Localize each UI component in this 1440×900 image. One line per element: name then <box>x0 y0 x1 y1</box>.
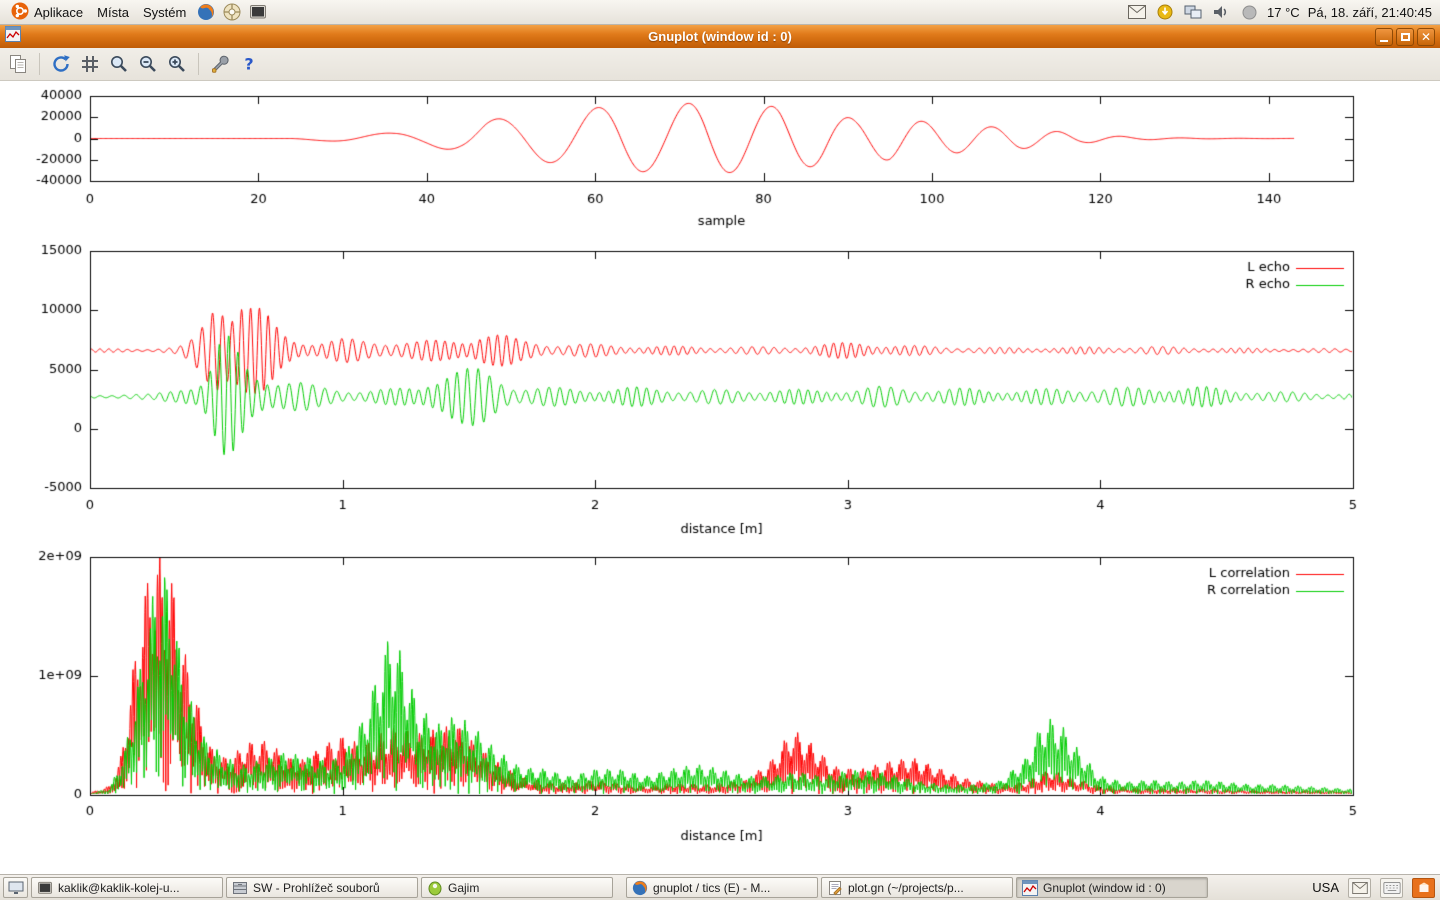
wrench-icon <box>210 54 230 74</box>
file-manager-icon <box>232 880 248 896</box>
task-label: plot.gn (~/projects/p... <box>848 881 964 895</box>
network-display-icon[interactable] <box>1183 2 1203 22</box>
close-button[interactable]: ✕ <box>1417 28 1435 46</box>
help-button[interactable]: ? <box>236 51 262 77</box>
task-label: kaklik@kaklik-kolej-u... <box>58 881 180 895</box>
toolbar-separator <box>198 53 199 75</box>
keyboard-tray-icon[interactable] <box>1380 878 1403 898</box>
gnuplot-icon <box>1022 880 1038 896</box>
maximize-button[interactable] <box>1396 28 1414 46</box>
minimize-icon <box>1380 40 1388 42</box>
mail-tray-icon[interactable] <box>1348 878 1371 898</box>
minimize-button[interactable] <box>1375 28 1393 46</box>
update-icon[interactable] <box>1155 2 1175 22</box>
task-button-file-manager[interactable]: SW - Prohlížeč souborů <box>226 877 418 898</box>
updates-tray-icon[interactable] <box>1412 878 1435 898</box>
close-icon: ✕ <box>1421 31 1431 43</box>
svg-text:?: ? <box>244 55 253 74</box>
echo-plot[interactable] <box>0 240 1440 540</box>
window-titlebar[interactable]: Gnuplot (window id : 0) ✕ <box>0 25 1440 48</box>
clipboard-icon <box>8 54 28 74</box>
zoom-out-button[interactable] <box>135 51 161 77</box>
keyboard-layout-indicator[interactable]: USA <box>1312 880 1339 895</box>
task-button-firefox[interactable]: gnuplot / tics (E) - M... <box>626 877 818 898</box>
terminal-icon <box>37 881 53 895</box>
clock[interactable]: Pá, 18. září, 21:40:45 <box>1308 5 1432 20</box>
magnifier-minus-icon <box>138 54 158 74</box>
menu-system[interactable]: Systém <box>136 0 193 24</box>
menu-applications[interactable]: Aplikace <box>4 0 90 24</box>
firefox-launcher-icon[interactable] <box>195 1 217 23</box>
desktop-icon <box>7 880 25 896</box>
terminal-launcher-icon[interactable] <box>247 1 269 23</box>
question-mark-icon: ? <box>239 54 259 74</box>
correlation-plot[interactable] <box>0 546 1440 846</box>
help-launcher-icon[interactable] <box>221 1 243 23</box>
task-button-gajim[interactable]: Gajim <box>421 877 613 898</box>
weather-icon[interactable] <box>1239 2 1259 22</box>
magnifier-icon <box>109 54 129 74</box>
weather-temperature[interactable]: 17 °C <box>1267 5 1300 20</box>
grid-icon <box>80 54 100 74</box>
toggle-grid-button[interactable] <box>77 51 103 77</box>
task-button-gnuplot[interactable]: Gnuplot (window id : 0) <box>1016 877 1208 898</box>
waveform-plot[interactable] <box>0 86 1440 236</box>
task-label: gnuplot / tics (E) - M... <box>653 881 770 895</box>
replot-button[interactable] <box>48 51 74 77</box>
ubuntu-logo-icon <box>11 2 29 23</box>
task-button-terminal[interactable]: kaklik@kaklik-kolej-u... <box>31 877 223 898</box>
top-panel: Aplikace Místa Systém 17 °C Pá, 18. září… <box>0 0 1440 25</box>
zoom-in-button[interactable] <box>164 51 190 77</box>
toolbar-separator <box>39 53 40 75</box>
copy-to-clipboard-button[interactable] <box>5 51 31 77</box>
task-label: Gajim <box>448 881 479 895</box>
mail-icon[interactable] <box>1127 2 1147 22</box>
zoom-previous-button[interactable] <box>106 51 132 77</box>
task-label: Gnuplot (window id : 0) <box>1043 881 1166 895</box>
settings-button[interactable] <box>207 51 233 77</box>
menu-system-label: Systém <box>143 5 186 20</box>
menu-applications-label: Aplikace <box>34 5 83 20</box>
menu-places-label: Místa <box>97 5 129 20</box>
task-button-editor[interactable]: plot.gn (~/projects/p... <box>821 877 1013 898</box>
gajim-icon <box>427 880 443 896</box>
taskbar-tray: USA <box>1312 878 1437 898</box>
window-title: Gnuplot (window id : 0) <box>0 29 1440 44</box>
text-editor-icon <box>827 880 843 896</box>
panel-tray: 17 °C Pá, 18. září, 21:40:45 <box>1127 2 1436 22</box>
gnuplot-canvas-area <box>0 81 1440 874</box>
menu-places[interactable]: Místa <box>90 0 136 24</box>
task-label: SW - Prohlížeč souborů <box>253 881 380 895</box>
volume-icon[interactable] <box>1211 2 1231 22</box>
refresh-icon <box>51 54 71 74</box>
window-controls: ✕ <box>1375 28 1435 46</box>
bottom-taskbar: kaklik@kaklik-kolej-u... SW - Prohlížeč … <box>0 874 1440 900</box>
firefox-icon <box>632 880 648 896</box>
magnifier-plus-icon <box>167 54 187 74</box>
show-desktop-button[interactable] <box>3 877 28 898</box>
maximize-icon <box>1401 33 1410 41</box>
gnuplot-toolbar: ? <box>0 48 1440 81</box>
